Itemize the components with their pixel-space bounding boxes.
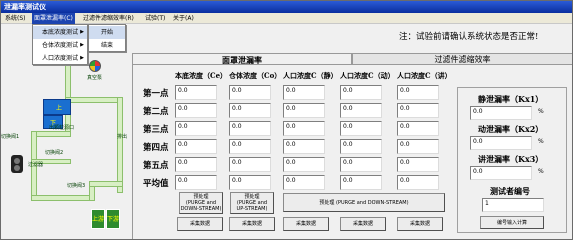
menu-filter-efficiency[interactable]: 过滤件滤缩效率(R) (81, 13, 136, 24)
id-input-calculate-button[interactable]: 编号输入计算 (480, 216, 544, 229)
collect-data-button[interactable]: 采集数据 (283, 217, 329, 231)
menu-bar: 系统(S) 面罩泄漏率(C) 过滤件滤缩效率(R) 试验(T) 关于(A) (1, 13, 572, 24)
static-leakage-label: 静泄漏率（Kx1） (478, 94, 544, 104)
pipe-segment (89, 181, 123, 187)
system-diagram: 上 下 真空泵 切换阀1 出颗粒源口 过滤器 切换阀2 切换阀3 排出 上游 下… (1, 60, 133, 239)
data-cell[interactable]: 0.0 (283, 103, 325, 118)
exhaust-label: 排出 (117, 134, 128, 140)
instrument-icon (11, 155, 23, 173)
data-cell[interactable]: 0.0 (175, 103, 217, 118)
valve-label: 切换阀1 (1, 134, 20, 140)
title-bar: 泄漏率测试仪 (1, 1, 572, 13)
percent-unit: % (538, 138, 544, 145)
data-cell[interactable]: 0.0 (283, 85, 325, 100)
pipe-segment (117, 97, 123, 193)
upstream-box: 上游 (91, 209, 105, 229)
row-header: 第三点 (143, 125, 169, 135)
data-cell[interactable]: 0.0 (283, 157, 325, 172)
data-cell[interactable]: 0.0 (397, 175, 439, 190)
row-header: 平均值 (143, 179, 169, 189)
tester-id-label: 测试者编号 (490, 186, 530, 196)
column-header-inlet-dynamic: 人口浓度C（动） (340, 71, 395, 80)
row-header: 第四点 (143, 143, 169, 153)
pipe-segment (31, 195, 95, 201)
window-title: 泄漏率测试仪 (4, 3, 46, 11)
menu-item-start[interactable]: 开始 (89, 26, 125, 39)
dynamic-leakage-label: 动泄漏率（Kx2） (478, 124, 544, 134)
data-cell[interactable]: 0.0 (229, 157, 271, 172)
pipe-segment (65, 97, 123, 103)
menu-about[interactable]: 关于(A) (171, 13, 196, 24)
menu-item-end[interactable]: 结束 (89, 39, 125, 52)
valve-label: 切换阀3 (67, 183, 86, 189)
leakage-results-box: 静泄漏率（Kx1） 0.0 % 动泄漏率（Kx2） 0.0 % 讲泄漏率（Kx3… (457, 87, 567, 233)
purge-upstream-button[interactable]: 预处理 (PURGE and UP-STREAM) (230, 192, 274, 214)
vacuum-pump-icon (89, 60, 101, 72)
purge-downstream-button[interactable]: 预处理 (PURGE and DOWN-STREAM) (179, 192, 223, 214)
dynamic-leakage-field[interactable]: 0.0 (470, 136, 532, 150)
percent-unit: % (538, 108, 544, 115)
menu-system[interactable]: 系统(S) (3, 13, 28, 24)
menu-item-background-test[interactable]: 本底浓度测试 ▶ (33, 26, 87, 39)
data-cell[interactable]: 0.0 (397, 139, 439, 154)
mask-leakage-panel: 本底浓度（Ce） 仓体浓度（Co） 人口浓度C（静） 人口浓度C（动） 人口浓度… (132, 64, 572, 239)
downstream-box: 下游 (106, 209, 120, 229)
speak-leakage-field[interactable]: 0.0 (470, 166, 532, 180)
column-header-background: 本底浓度（Ce） (175, 71, 228, 80)
data-cell[interactable]: 0.0 (175, 175, 217, 190)
percent-unit: % (538, 168, 544, 175)
data-cell[interactable]: 0.0 (397, 121, 439, 136)
data-cell[interactable]: 0.0 (175, 121, 217, 136)
data-cell[interactable]: 0.0 (397, 85, 439, 100)
collect-data-button[interactable]: 采集数据 (229, 217, 275, 231)
data-cell[interactable]: 0.0 (340, 103, 382, 118)
pipe-segment (31, 131, 71, 137)
data-cell[interactable]: 0.0 (283, 121, 325, 136)
notice-text: 注：试验前请确认系统状态是否正常! (399, 32, 539, 42)
data-cell[interactable]: 0.0 (340, 139, 382, 154)
purge-downstream-wide-button[interactable]: 预处理 (PURGE and DOWN-STREAM) (283, 193, 445, 212)
data-cell[interactable]: 0.0 (397, 103, 439, 118)
data-cell[interactable]: 0.0 (340, 85, 382, 100)
vacuum-pump-label: 真空泵 (87, 75, 103, 81)
data-cell[interactable]: 0.0 (229, 85, 271, 100)
menu-item-chamber-test[interactable]: 仓体浓度测试 ▶ (33, 39, 87, 52)
collect-data-button[interactable]: 采集数据 (340, 217, 386, 231)
valve-label: 切换阀2 (45, 150, 64, 156)
main-window: 泄漏率测试仪 系统(S) 面罩泄漏率(C) 过滤件滤缩效率(R) 试验(T) 关… (0, 0, 573, 240)
data-cell[interactable]: 0.0 (340, 157, 382, 172)
tester-id-field[interactable]: 1 (482, 198, 544, 212)
data-cell[interactable]: 0.0 (229, 139, 271, 154)
column-header-inlet-speak: 人口浓度C（讲） (397, 71, 452, 80)
row-header: 第二点 (143, 107, 169, 117)
row-header: 第五点 (143, 161, 169, 171)
menu-mask-leakage[interactable]: 面罩泄漏率(C) (32, 13, 75, 24)
data-cell[interactable]: 0.0 (283, 139, 325, 154)
data-cell[interactable]: 0.0 (283, 175, 325, 190)
collect-data-button[interactable]: 采集数据 (177, 217, 223, 231)
test-submenu: 开始 结束 (88, 24, 126, 52)
column-header-inlet-static: 人口浓度C（静） (283, 71, 338, 80)
chamber-box: 上 (43, 99, 71, 115)
filter-label: 过滤器 (28, 162, 44, 168)
data-cell[interactable]: 0.0 (397, 157, 439, 172)
particle-source-label: 出颗粒源口 (49, 125, 75, 131)
data-cell[interactable]: 0.0 (340, 175, 382, 190)
menu-item-inlet-test[interactable]: 人口浓度测试 ▶ (33, 52, 87, 65)
speak-leakage-label: 讲泄漏率（Kx3） (478, 154, 544, 164)
data-cell[interactable]: 0.0 (229, 103, 271, 118)
row-header: 第一点 (143, 89, 169, 99)
data-cell[interactable]: 0.0 (229, 121, 271, 136)
chamber-top-label: 上 (56, 105, 63, 112)
collect-data-button[interactable]: 采集数据 (397, 217, 443, 231)
menu-test[interactable]: 试验(T) (143, 13, 167, 24)
column-header-chamber: 仓体浓度（Co） (229, 71, 282, 80)
static-leakage-field[interactable]: 0.0 (470, 106, 532, 120)
data-cell[interactable]: 0.0 (229, 175, 271, 190)
data-cell[interactable]: 0.0 (175, 85, 217, 100)
data-cell[interactable]: 0.0 (175, 139, 217, 154)
mask-leakage-dropdown: 本底浓度测试 ▶ 仓体浓度测试 ▶ 人口浓度测试 ▶ (32, 24, 88, 65)
data-cell[interactable]: 0.0 (175, 157, 217, 172)
data-cell[interactable]: 0.0 (340, 121, 382, 136)
